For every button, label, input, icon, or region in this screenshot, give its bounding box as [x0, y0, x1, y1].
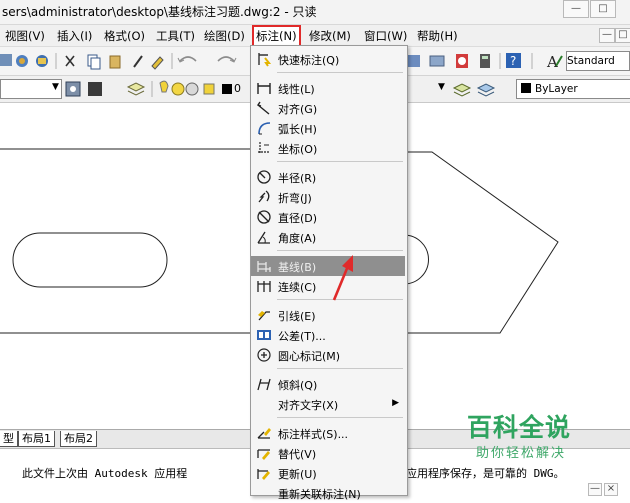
dimension-style-icon: [257, 428, 271, 439]
doc-maximize-button[interactable]: □: [615, 28, 630, 43]
continue-icon: [257, 281, 271, 292]
title-bar: sers\administrator\desktop\基线标注习题.dwg:2 …: [0, 0, 630, 25]
override-icon: [257, 449, 270, 460]
menu-item-baseline[interactable]: 基线(B): [251, 256, 405, 276]
minimize-button[interactable]: —: [563, 0, 589, 18]
menu-item-linear[interactable]: 线性(L): [251, 78, 405, 98]
menu-item-leader[interactable]: 引线(E): [251, 305, 405, 325]
color-control-combo[interactable]: ByLayer: [516, 79, 630, 99]
text-style-combo[interactable]: Standard: [566, 51, 630, 71]
menu-dimension[interactable]: 标注(N): [252, 25, 301, 47]
menu-item-override[interactable]: 替代(V): [251, 443, 405, 463]
arc-length-icon: [258, 122, 271, 135]
menu-insert[interactable]: 插入(I): [54, 27, 95, 45]
menu-item-align-text[interactable]: 对齐文字(X) ▶: [251, 394, 405, 414]
menu-tools[interactable]: 工具(T): [153, 27, 198, 45]
menu-item-arc-length[interactable]: 弧长(H): [251, 118, 405, 138]
layer-state-icons[interactable]: [124, 79, 244, 99]
cmd-close-button[interactable]: ×: [604, 483, 618, 496]
menu-item-angular[interactable]: 角度(A): [251, 227, 405, 247]
layer-name: 0: [234, 82, 241, 95]
tab-layout1[interactable]: 布局1: [18, 431, 55, 447]
menu-bar: 视图(V) 插入(I) 格式(O) 工具(T) 绘图(D) 标注(N) 修改(M…: [0, 25, 630, 47]
menu-window[interactable]: 窗口(W): [361, 27, 410, 45]
window-title: sers\administrator\desktop\基线标注习题.dwg:2 …: [2, 5, 317, 19]
menu-item-center-mark[interactable]: 圆心标记(M): [251, 345, 405, 365]
dimension-menu: 快速标注(Q) 线性(L) 对齐(G) 弧长(H) 坐标(O) 半径(R) 折弯…: [250, 45, 408, 501]
maximize-button[interactable]: □: [590, 0, 616, 18]
diameter-icon: [257, 210, 271, 224]
tolerance-icon: [257, 330, 271, 340]
menu-item-update[interactable]: 更新(U): [251, 463, 405, 483]
tab-layout2[interactable]: 布局2: [60, 431, 97, 447]
aligned-icon: [256, 101, 270, 115]
jogged-icon: [258, 190, 270, 203]
tab-model[interactable]: 型: [0, 431, 18, 447]
standard-toolbar-icons[interactable]: [0, 52, 250, 70]
menu-item-oblique[interactable]: 倾斜(Q): [251, 374, 405, 394]
watermark-title: 百科全说: [467, 413, 572, 442]
menu-format[interactable]: 格式(O): [101, 27, 148, 45]
color-value: ByLayer: [535, 83, 578, 95]
menu-view[interactable]: 视图(V): [2, 27, 48, 45]
menu-item-diameter[interactable]: 直径(D): [251, 207, 405, 227]
color-swatch-icon: [521, 83, 531, 93]
menu-item-radius[interactable]: 半径(R): [251, 167, 405, 187]
command-history-text-right: 应用程序保存，是可靠的 DWG。: [406, 467, 565, 480]
watermark-subtitle: 助你轻松解决: [476, 446, 567, 461]
outline-right-profile: [404, 151, 559, 334]
cmd-minimize-button[interactable]: —: [588, 483, 602, 496]
leader-icon: [258, 311, 270, 321]
menu-item-reassociate[interactable]: 重新关联标注(N): [251, 483, 405, 503]
ordinate-icon: [258, 142, 270, 154]
menu-item-ordinate[interactable]: 坐标(O): [251, 138, 405, 158]
menu-draw[interactable]: 绘图(D): [201, 27, 248, 45]
linear-icon: [257, 83, 271, 94]
layer-manager-icons[interactable]: [64, 80, 110, 98]
menu-item-quick-dimension[interactable]: 快速标注(Q): [251, 49, 405, 69]
chevron-down-icon[interactable]: ▼: [52, 82, 59, 92]
text-style-icon[interactable]: A: [546, 52, 564, 70]
menu-item-jogged[interactable]: 折弯(J): [251, 187, 405, 207]
svg-text:?: ?: [510, 54, 516, 68]
radius-icon: [257, 170, 271, 184]
toolbar-right-icons[interactable]: ?: [406, 52, 540, 70]
annotation-arrow-icon: [332, 255, 353, 301]
menu-item-dimension-style[interactable]: 标注样式(S)...: [251, 423, 405, 443]
quick-dimension-icon: [258, 53, 272, 67]
oblique-icon: [257, 378, 271, 391]
menu-modify[interactable]: 修改(M): [306, 27, 354, 45]
update-icon: [257, 469, 270, 480]
menu-item-aligned[interactable]: 对齐(G): [251, 98, 405, 118]
layer-dropdown-chevron-icon[interactable]: ▼: [438, 82, 445, 92]
center-mark-icon: [257, 348, 271, 362]
slot-shape: [12, 232, 168, 288]
angular-icon: [257, 231, 270, 244]
menu-item-tolerance[interactable]: 公差(T)...: [251, 325, 405, 345]
menu-item-continue[interactable]: 连续(C): [251, 276, 405, 296]
menu-help[interactable]: 帮助(H): [414, 27, 461, 45]
command-history-text: 此文件上次由 Autodesk 应用程: [22, 467, 188, 480]
layer-previous-icons[interactable]: [450, 80, 500, 98]
doc-minimize-button[interactable]: —: [599, 28, 615, 43]
svg-text:A: A: [546, 53, 558, 70]
baseline-icon: [257, 261, 271, 272]
submenu-arrow-icon: ▶: [392, 398, 399, 408]
